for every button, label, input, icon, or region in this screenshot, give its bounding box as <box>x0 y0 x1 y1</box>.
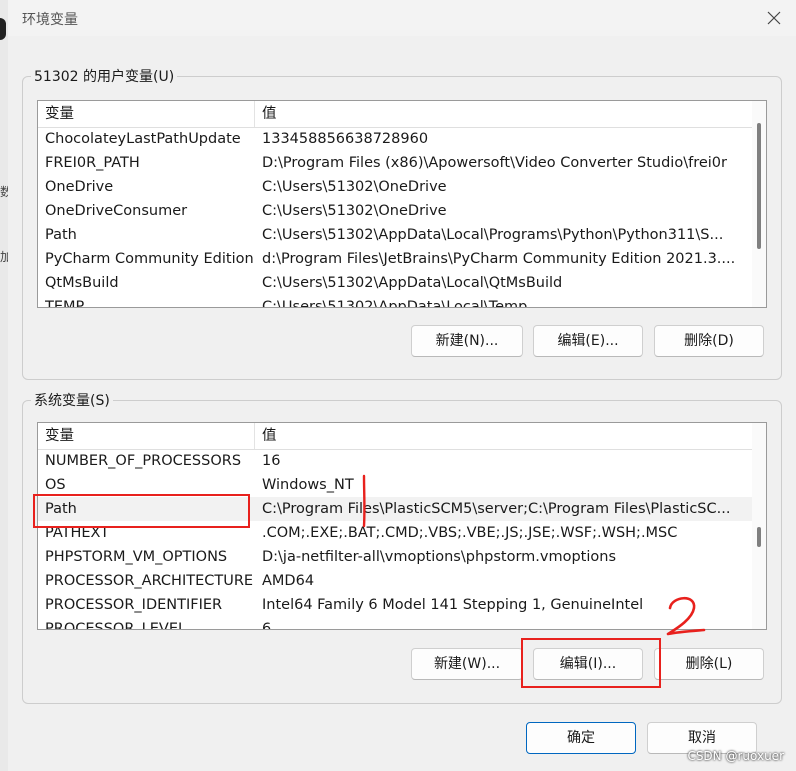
variable-value: d:\Program Files\JetBrains\PyCharm Commu… <box>262 251 736 267</box>
variable-name: NUMBER_OF_PROCESSORS <box>45 453 242 469</box>
variable-name: TEMP <box>45 299 85 308</box>
user-variables-list[interactable]: 变量 值 ChocolateyLastPathUpdate 13345885663… <box>37 100 767 308</box>
annotation-marker-1: 1 <box>352 470 366 528</box>
variable-name: PROCESSOR_LEVEL <box>45 621 187 630</box>
variable-name: QtMsBuild <box>45 275 119 291</box>
background-app-icon <box>0 18 6 40</box>
user-variables-group: 51302 的用户变量(U) 变量 值 ChocolateyLastPathUp… <box>22 66 782 380</box>
watermark: CSDN @ruoxuer <box>687 749 784 763</box>
variable-name: PHPSTORM_VM_OPTIONS <box>45 549 228 565</box>
variable-value: C:\Program Files\PlasticSCM5\server;C:\P… <box>262 501 731 517</box>
variable-name: PATHEXT <box>45 525 110 541</box>
user-new-button[interactable]: 新建(N)... <box>411 325 523 357</box>
variable-name: Path <box>45 501 77 517</box>
scrollbar-thumb[interactable] <box>757 527 761 547</box>
system-variables-list[interactable]: 变量 值 NUMBER_OF_PROCESSORS 16 OS Windows_NT… <box>37 422 767 630</box>
variable-name: ChocolateyLastPathUpdate <box>45 131 241 147</box>
variable-value: C:\Users\51302\AppData\Local\Temp <box>262 299 528 308</box>
variable-name: OneDriveConsumer <box>45 203 188 219</box>
list-header: 变量 值 <box>38 423 766 450</box>
list-rows: NUMBER_OF_PROCESSORS 16 OS Windows_NT Path… <box>38 449 766 630</box>
variable-value: Windows_NT <box>262 477 354 493</box>
variable-value: AMD64 <box>262 573 315 589</box>
variable-value: D:\Program Files (x86)\Apowersoft\Video … <box>262 155 727 171</box>
variable-name: Path <box>45 227 77 243</box>
close-icon[interactable] <box>766 10 782 26</box>
table-row[interactable]: TEMP C:\Users\51302\AppData\Local\Temp <box>38 295 766 308</box>
table-row[interactable]: QtMsBuild C:\Users\51302\AppData\Local\Qt… <box>38 271 766 295</box>
svg-text:2: 2 <box>662 592 663 593</box>
variable-value: 133458856638728960 <box>262 131 429 147</box>
table-row[interactable]: Path C:\Users\51302\AppData\Local\Program… <box>38 223 766 247</box>
variable-name: PROCESSOR_ARCHITECTURE <box>45 573 253 589</box>
variable-value: C:\Users\51302\AppData\Local\Programs\Py… <box>262 227 724 243</box>
table-row[interactable]: OneDriveConsumer C:\Users\51302\OneDrive <box>38 199 766 223</box>
variable-name: OneDrive <box>45 179 114 195</box>
variable-name: FREI0R_PATH <box>45 155 140 171</box>
column-header-variable[interactable]: 变量 <box>38 423 255 449</box>
variable-value: C:\Users\51302\OneDrive <box>262 179 447 195</box>
variable-value: C:\Users\51302\AppData\Local\QtMsBuild <box>262 275 563 291</box>
vertical-scrollbar[interactable] <box>752 101 766 307</box>
variable-value: .COM;.EXE;.BAT;.CMD;.VBS;.VBE;.JS;.JSE;.… <box>262 525 678 541</box>
list-rows: ChocolateyLastPathUpdate 1334588566387289… <box>38 127 766 308</box>
user-variables-label: 51302 的用户变量(U) <box>31 66 178 86</box>
table-row[interactable]: PATHEXT .COM;.EXE;.BAT;.CMD;.VBS;.VBE;.JS… <box>38 521 766 545</box>
svg-text:1: 1 <box>352 470 353 471</box>
table-row[interactable]: PROCESSOR_ARCHITECTURE AMD64 <box>38 569 766 593</box>
table-row[interactable]: OS Windows_NT <box>38 473 766 497</box>
background-text: 加 <box>0 250 8 264</box>
table-row[interactable]: NUMBER_OF_PROCESSORS 16 <box>38 449 766 473</box>
variable-value: C:\Users\51302\OneDrive <box>262 203 447 219</box>
title-bar: 环境变量 <box>8 0 796 36</box>
table-row[interactable]: ChocolateyLastPathUpdate 1334588566387289… <box>38 127 766 151</box>
system-variables-label: 系统变量(S) <box>31 390 113 410</box>
variable-value: 16 <box>262 453 281 469</box>
window-title: 环境变量 <box>22 12 78 28</box>
system-edit-button[interactable]: 编辑(I)... <box>533 648 643 680</box>
table-row[interactable]: PROCESSOR_IDENTIFIER Intel64 Family 6 Mod… <box>38 593 766 617</box>
variable-value: D:\ja-netfilter-all\vmoptions\phpstorm.v… <box>262 549 616 565</box>
table-row[interactable]: FREI0R_PATH D:\Program Files (x86)\Apower… <box>38 151 766 175</box>
column-header-variable[interactable]: 变量 <box>38 101 255 127</box>
table-row[interactable]: OneDrive C:\Users\51302\OneDrive <box>38 175 766 199</box>
user-edit-button[interactable]: 编辑(E)... <box>533 325 643 357</box>
column-header-value[interactable]: 值 <box>255 101 751 127</box>
vertical-scrollbar[interactable] <box>752 423 766 629</box>
table-row[interactable]: PHPSTORM_VM_OPTIONS D:\ja-netfilter-all\v… <box>38 545 766 569</box>
scrollbar-thumb[interactable] <box>757 123 761 249</box>
table-row-selected[interactable]: Path C:\Program Files\PlasticSCM5\server;… <box>38 497 766 521</box>
table-row[interactable]: PROCESSOR_LEVEL 6 <box>38 617 766 630</box>
system-delete-button[interactable]: 删除(L) <box>654 648 764 680</box>
system-variables-group: 系统变量(S) 变量 值 NUMBER_OF_PROCESSORS 16 OS Wi… <box>22 390 782 704</box>
ok-button[interactable]: 确定 <box>526 722 636 754</box>
annotation-marker-2: 2 <box>662 592 706 636</box>
list-header: 变量 值 <box>38 101 766 128</box>
dialog-body: 51302 的用户变量(U) 变量 值 ChocolateyLastPathUp… <box>8 36 796 771</box>
variable-name: PyCharm Community Edition <box>45 251 253 267</box>
system-new-button[interactable]: 新建(W)... <box>411 648 523 680</box>
user-delete-button[interactable]: 删除(D) <box>654 325 764 357</box>
variable-name: PROCESSOR_IDENTIFIER <box>45 597 223 613</box>
background-text: 数 <box>0 185 8 199</box>
variable-name: OS <box>45 477 66 493</box>
table-row[interactable]: PyCharm Community Edition d:\Program File… <box>38 247 766 271</box>
column-header-value[interactable]: 值 <box>255 423 751 449</box>
